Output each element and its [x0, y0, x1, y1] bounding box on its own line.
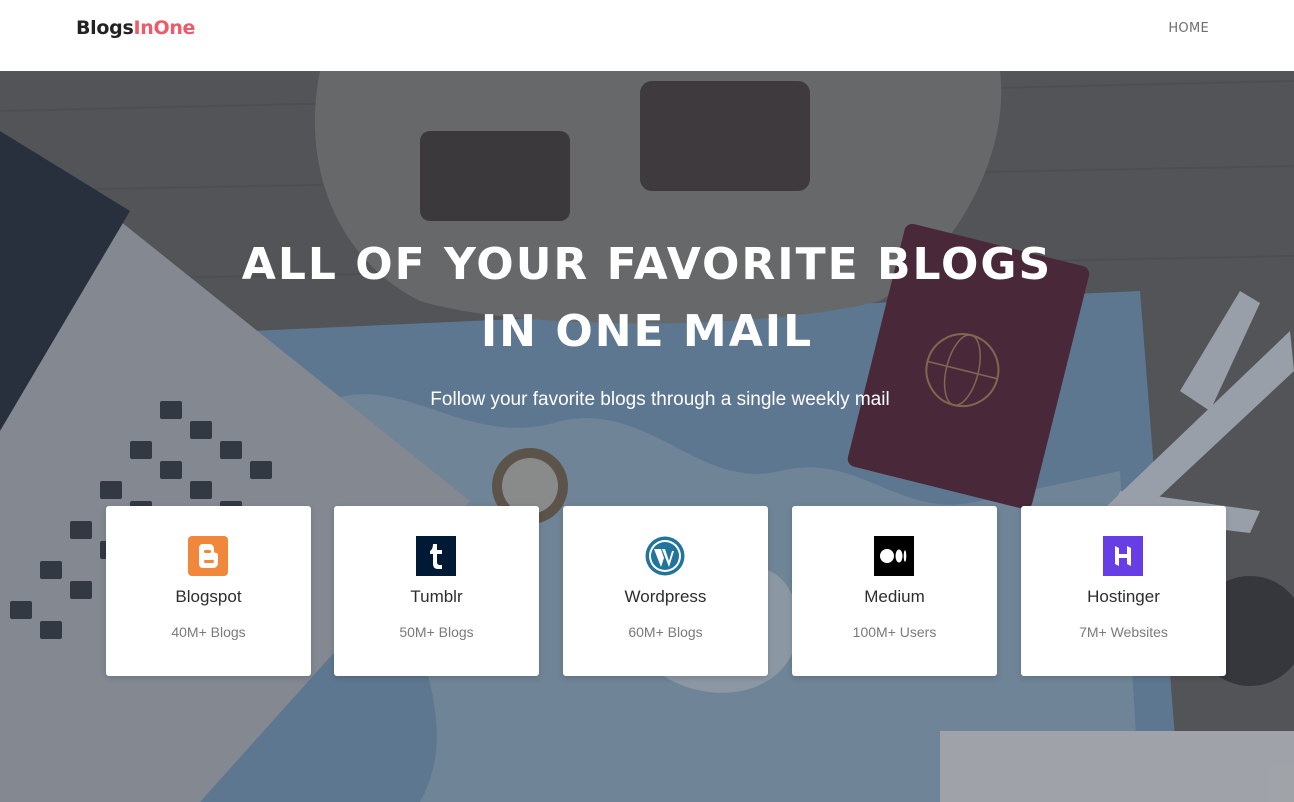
navbar: BlogsInOne HOME: [0, 0, 1294, 71]
nav-link-home[interactable]: HOME: [1168, 21, 1209, 36]
hero-overlay: [0, 71, 1294, 802]
hero-subtitle: Follow your favorite blogs through a sin…: [430, 389, 890, 410]
wordpress-icon: [645, 536, 685, 576]
card-stat: 40M+ Blogs: [171, 624, 246, 640]
card-stat: 7M+ Websites: [1079, 624, 1168, 640]
blogger-icon: [188, 536, 228, 576]
hero-title: ALL OF YOUR FAVORITE BLOGS IN ONE MAIL: [0, 231, 1294, 365]
hero-title-line2: IN ONE MAIL: [480, 306, 814, 357]
card-stat: 100M+ Users: [852, 624, 937, 640]
card-hostinger[interactable]: Hostinger 7M+ Websites: [1021, 506, 1226, 676]
card-stat: 60M+ Blogs: [628, 624, 703, 640]
card-stat: 50M+ Blogs: [399, 624, 474, 640]
medium-icon: [874, 536, 914, 576]
hero-section: ALL OF YOUR FAVORITE BLOGS IN ONE MAIL F…: [0, 71, 1294, 802]
hostinger-icon: [1103, 536, 1143, 576]
card-medium[interactable]: Medium 100M+ Users: [792, 506, 997, 676]
card-title: Hostinger: [1087, 587, 1160, 606]
card-tumblr[interactable]: Tumblr 50M+ Blogs: [334, 506, 539, 676]
brand-name-part2: InOne: [133, 17, 196, 39]
tumblr-icon: [416, 536, 456, 576]
card-title: Blogspot: [175, 587, 242, 606]
card-title: Medium: [864, 587, 925, 606]
card-wordpress[interactable]: Wordpress 60M+ Blogs: [563, 506, 768, 676]
card-blogspot[interactable]: Blogspot 40M+ Blogs: [106, 506, 311, 676]
brand-logo[interactable]: BlogsInOne: [76, 17, 195, 39]
hero-title-line1: ALL OF YOUR FAVORITE BLOGS: [241, 239, 1053, 290]
brand-name-part1: Blogs: [76, 17, 134, 39]
card-title: Tumblr: [410, 587, 463, 606]
card-title: Wordpress: [624, 587, 707, 606]
